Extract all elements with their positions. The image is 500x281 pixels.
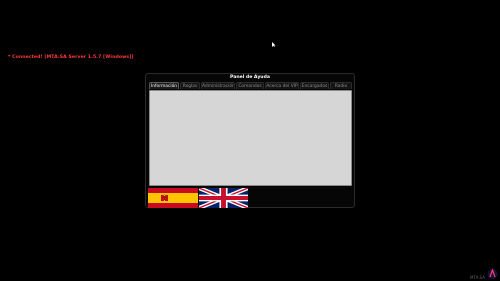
game-screen: * Connected! [MTA:SA Server 1.5.7 [Windo… xyxy=(0,0,500,281)
tab-acerca-del-vip[interactable]: Acerca del VIP xyxy=(265,82,299,89)
spanish-language-button[interactable] xyxy=(148,188,198,208)
tab-reglas[interactable]: Reglas xyxy=(180,82,200,89)
spain-flag-icon xyxy=(148,188,198,208)
mta-logo-icon xyxy=(487,268,498,279)
help-panel-tabs: Información Reglas Administración Comand… xyxy=(149,82,352,90)
tab-informacion[interactable]: Información xyxy=(149,82,179,89)
english-language-button[interactable] xyxy=(199,188,248,208)
help-content-area xyxy=(149,90,352,186)
help-panel-title: Panel de Ayuda xyxy=(230,75,270,80)
tab-administracion[interactable]: Administración xyxy=(201,82,235,89)
help-panel-window: Panel de Ayuda Información Reglas Admini… xyxy=(145,73,355,208)
tab-radio[interactable]: Radio xyxy=(330,82,352,89)
console-message: * Connected! [MTA:SA Server 1.5.7 [Windo… xyxy=(8,55,134,60)
mouse-cursor-icon xyxy=(272,42,276,47)
tab-comandos[interactable]: Comandos xyxy=(236,82,264,89)
tab-encargados[interactable]: Encargados xyxy=(300,82,329,89)
uk-flag-icon xyxy=(199,188,248,208)
mta-watermark: MTA:SA xyxy=(470,275,485,280)
